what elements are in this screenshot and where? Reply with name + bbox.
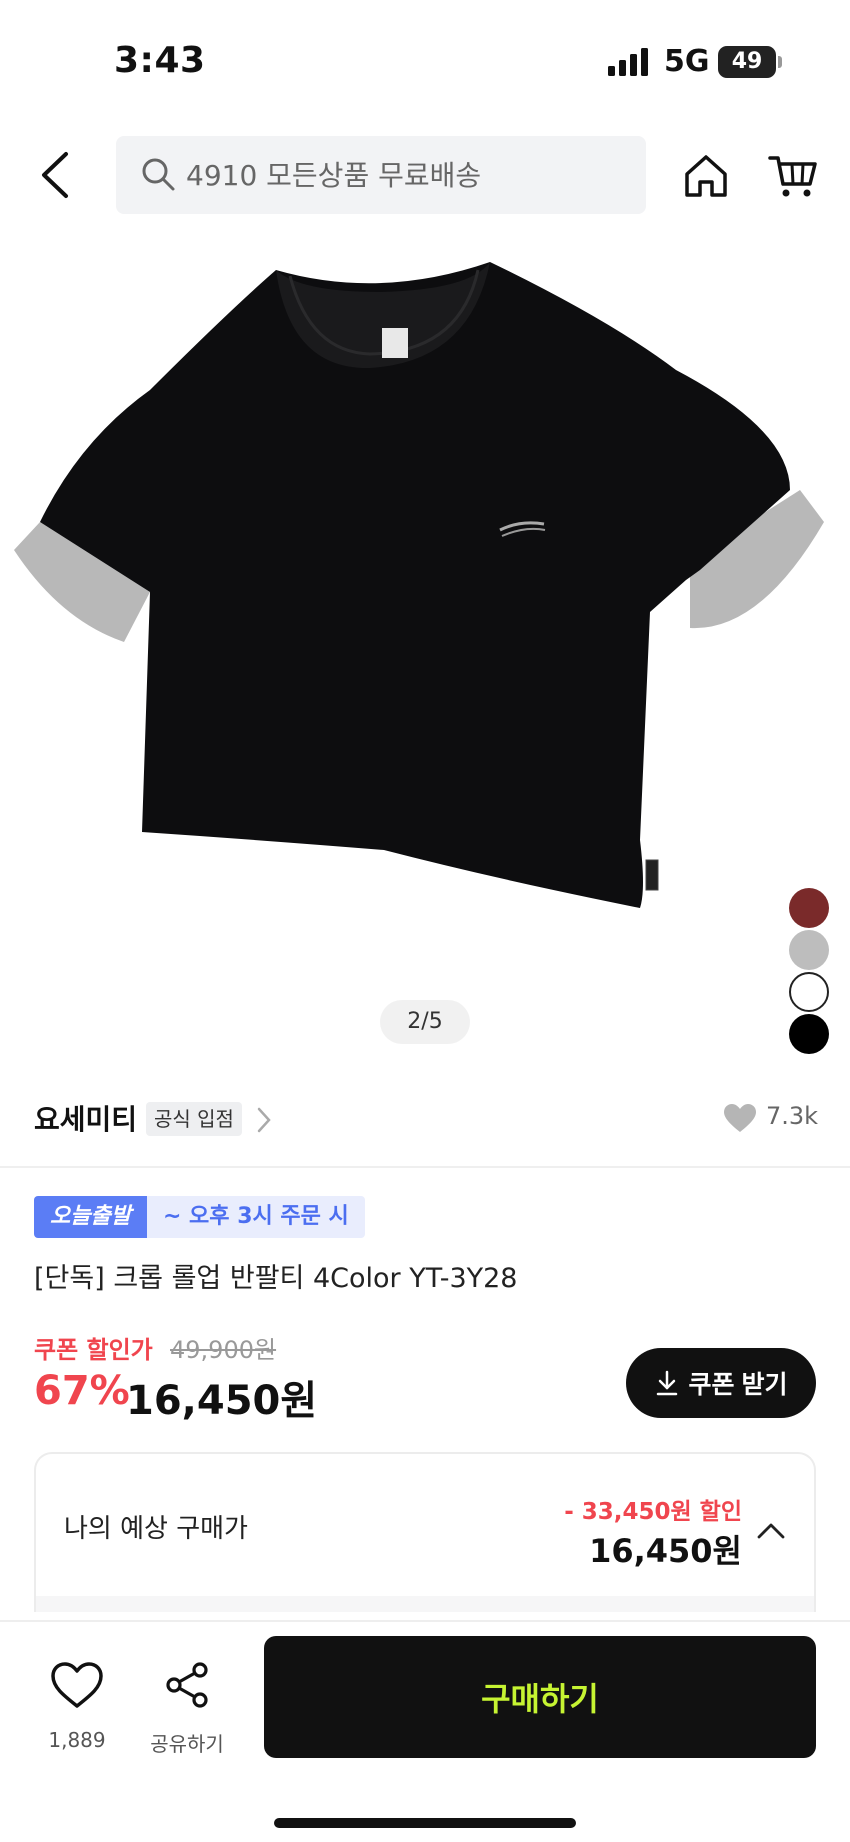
network-label: 5G: [664, 44, 710, 79]
heart-outline-icon: [51, 1662, 103, 1708]
product-image[interactable]: [0, 240, 850, 1060]
color-swatch-red[interactable]: [789, 888, 829, 928]
color-swatch-white[interactable]: [789, 972, 829, 1012]
chevron-up-icon[interactable]: [756, 1520, 786, 1540]
search-bar[interactable]: [116, 136, 646, 214]
download-icon: [656, 1370, 677, 1396]
delivery-info: ~ 오후 3시 주문 시: [146, 1196, 365, 1238]
home-icon[interactable]: [682, 152, 730, 200]
search-input[interactable]: [186, 136, 626, 214]
back-button[interactable]: [36, 150, 76, 200]
divider: [0, 1166, 850, 1168]
wishlist-button[interactable]: 1,889: [40, 1654, 114, 1764]
share-button[interactable]: 공유하기: [142, 1654, 232, 1764]
expected-price: 16,450원: [589, 1532, 742, 1570]
image-counter: 2/5: [380, 1000, 470, 1044]
expected-detail-strip: [36, 1596, 814, 1612]
expected-price-label: 나의 예상 구매가: [64, 1514, 248, 1544]
delivery-tag: 오늘출발: [34, 1196, 147, 1238]
final-price: 16,450원: [126, 1378, 318, 1424]
search-icon: [142, 158, 175, 191]
get-coupon-button[interactable]: 쿠폰 받기: [626, 1348, 816, 1418]
signal-icon: [608, 48, 648, 76]
brand-name[interactable]: 요세미티: [34, 1098, 137, 1138]
coupon-price-label: 쿠폰 할인가: [34, 1336, 153, 1364]
share-icon: [166, 1662, 208, 1708]
status-bar: 3:43 5G 49: [0, 0, 850, 120]
delivery-badge: 오늘출발 ~ 오후 3시 주문 시: [34, 1196, 365, 1238]
wishlist-count: 1,889: [48, 1728, 106, 1752]
product-title: [단독] 크롭 롤업 반팔티 4Color YT-3Y28: [34, 1263, 518, 1294]
buy-button[interactable]: 구매하기: [264, 1636, 816, 1758]
discount-rate: 67%: [34, 1368, 130, 1414]
get-coupon-label: 쿠폰 받기: [688, 1371, 788, 1399]
color-swatch-gray[interactable]: [789, 930, 829, 970]
battery-tip: [778, 56, 782, 68]
official-badge: 공식 입점: [146, 1102, 242, 1136]
chevron-right-icon[interactable]: [256, 1106, 272, 1134]
bottom-action-bar: 1,889 공유하기 구매하기: [0, 1620, 850, 1842]
status-time: 3:43: [114, 40, 206, 81]
color-swatch-black[interactable]: [789, 1014, 829, 1054]
cart-icon[interactable]: [768, 150, 818, 200]
expected-price-panel[interactable]: 나의 예상 구매가 - 33,450원 할인 16,450원: [34, 1452, 816, 1612]
home-indicator: [274, 1818, 576, 1828]
heart-icon: [724, 1104, 756, 1132]
like-count: 7.3k: [766, 1102, 819, 1130]
expected-discount: - 33,450원 할인: [564, 1499, 742, 1525]
share-label: 공유하기: [150, 1732, 224, 1756]
original-price: 49,900원: [170, 1336, 277, 1364]
battery-icon: 49: [718, 46, 776, 78]
